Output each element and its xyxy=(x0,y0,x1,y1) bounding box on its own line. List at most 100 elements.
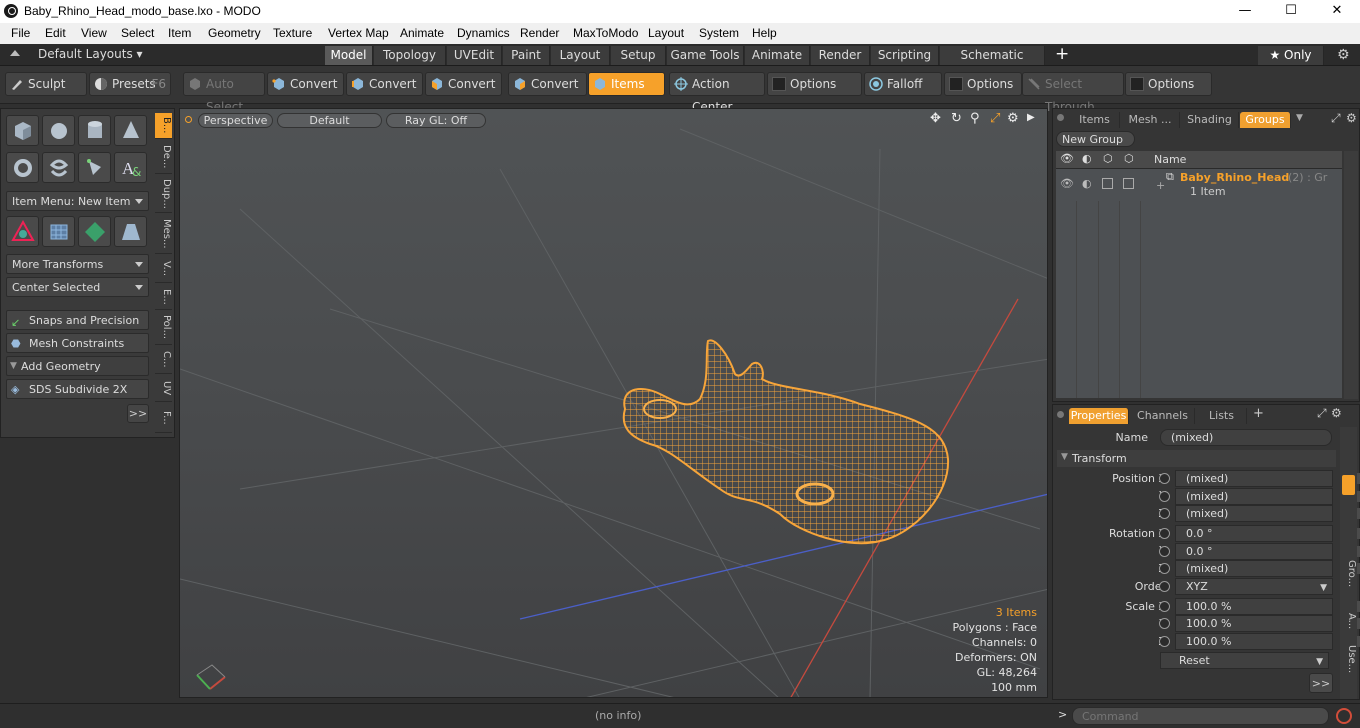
menu-view[interactable]: View xyxy=(81,26,107,40)
sphere-primitive-button[interactable] xyxy=(42,115,75,146)
menu-geometry[interactable]: Geometry xyxy=(208,26,261,40)
keyframe-icon[interactable] xyxy=(1159,581,1170,592)
sculpt-button[interactable]: Sculpt xyxy=(5,72,87,96)
transform-section[interactable]: ▼ Transform xyxy=(1057,450,1336,467)
side-tab-groups[interactable]: Gro... xyxy=(1340,549,1357,599)
layout-up-icon[interactable] xyxy=(10,50,20,56)
keyframe-icon[interactable] xyxy=(1159,528,1170,539)
scale-y-field[interactable]: 100.0 % xyxy=(1159,615,1360,632)
pen-primitive-button[interactable] xyxy=(78,152,111,183)
falloff-button[interactable]: Falloff xyxy=(864,72,942,96)
grid-tool-button[interactable] xyxy=(42,216,75,247)
3d-viewport[interactable]: Perspective Default Ray GL: Off ✥ ↻ ⚲ ⤢ … xyxy=(179,108,1048,698)
cube-primitive-button[interactable] xyxy=(6,115,39,146)
tab-scripting[interactable]: Scripting xyxy=(871,46,939,65)
groups-list-body[interactable] xyxy=(1056,201,1342,398)
maximize-button[interactable]: ☐ xyxy=(1268,0,1314,23)
vtab-edge[interactable]: E... xyxy=(155,284,172,310)
add-layout-button[interactable]: + xyxy=(1055,44,1069,64)
keyframe-icon[interactable] xyxy=(1159,601,1170,612)
groups-scrollbar[interactable] xyxy=(1344,151,1358,399)
reset-dropdown[interactable]: Reset ▼ xyxy=(1160,652,1329,669)
menu-edit[interactable]: Edit xyxy=(45,26,66,40)
keyframe-icon[interactable] xyxy=(1159,546,1170,557)
vtab-curve[interactable]: C... xyxy=(155,346,172,374)
default-layouts-dropdown[interactable]: Default Layouts ▾ xyxy=(38,47,143,61)
vtab-polygon[interactable]: Pol... xyxy=(155,311,172,345)
presets-button[interactable]: Presets F6 xyxy=(89,72,171,96)
keyframe-icon[interactable] xyxy=(1159,508,1170,519)
uv-tool-button[interactable] xyxy=(78,216,111,247)
sds-subdivide-button[interactable]: ◈ SDS Subdivide 2X xyxy=(6,379,149,399)
menu-maxtomodo[interactable]: MaxToModo xyxy=(573,26,638,40)
tab-groups[interactable]: Groups xyxy=(1240,112,1291,128)
convert-vertices-button[interactable]: Convert xyxy=(267,72,344,96)
action-center-options-button[interactable]: Options xyxy=(767,72,862,96)
menu-dynamics[interactable]: Dynamics xyxy=(457,26,510,40)
expand-properties-button[interactable]: >> xyxy=(1309,673,1333,693)
panel-settings-icon[interactable]: ⚙ xyxy=(1331,406,1342,420)
maximize-panel-icon[interactable]: ⤢ xyxy=(1317,406,1327,421)
render-column-icon[interactable]: ◐ xyxy=(1082,152,1092,165)
tab-render[interactable]: Render xyxy=(811,46,870,65)
cone-primitive-button[interactable] xyxy=(114,115,147,146)
tab-game-tools[interactable]: Game Tools xyxy=(667,46,744,65)
panel-settings-icon[interactable]: ⚙ xyxy=(1346,111,1357,125)
rotation-y-field[interactable]: 0.0 ° xyxy=(1159,543,1360,560)
panel-menu-icon[interactable] xyxy=(1057,114,1064,121)
text-primitive-button[interactable]: A & xyxy=(114,152,147,183)
mesh-constraints-button[interactable]: ⬣ Mesh Constraints xyxy=(6,333,149,353)
vtab-basic[interactable]: B... xyxy=(155,113,172,139)
tab-model[interactable]: Model xyxy=(325,46,373,65)
side-tab-active[interactable] xyxy=(1342,475,1355,495)
items-mode-button[interactable]: Items xyxy=(588,72,665,96)
capsule-primitive-button[interactable] xyxy=(42,152,75,183)
scale-x-field[interactable]: 100.0 % xyxy=(1159,598,1360,615)
tab-uvedit[interactable]: UVEdit xyxy=(447,46,502,65)
keyframe-icon[interactable] xyxy=(1159,491,1170,502)
vtab-mesh-edit[interactable]: Mes... xyxy=(155,214,172,254)
snaps-precision-button[interactable]: ↙ Snaps and Precision xyxy=(6,310,149,330)
expand-group-icon[interactable]: + xyxy=(1156,179,1165,192)
new-group-button[interactable]: New Group xyxy=(1056,131,1135,147)
select-through-button[interactable]: Select Through xyxy=(1022,72,1124,114)
vtab-deform[interactable]: De... xyxy=(155,140,172,174)
item-menu-dropdown[interactable]: Item Menu: New Item xyxy=(6,191,149,211)
visibility-column-icon[interactable]: 👁 xyxy=(1060,152,1074,165)
panel-menu-icon[interactable] xyxy=(1057,411,1064,418)
menu-texture[interactable]: Texture xyxy=(273,26,312,40)
lock-checkbox[interactable] xyxy=(1102,178,1113,189)
keyframe-icon[interactable] xyxy=(1159,473,1170,484)
tab-channels[interactable]: Channels xyxy=(1131,408,1195,424)
rotation-z-field[interactable]: (mixed) xyxy=(1159,560,1360,577)
tab-schematic-fusion[interactable]: Schematic Fusion xyxy=(940,46,1045,80)
menu-vertex-map[interactable]: Vertex Map xyxy=(328,26,389,40)
tab-shading[interactable]: Shading xyxy=(1181,112,1239,128)
select-column-icon[interactable]: ⬡ xyxy=(1124,152,1134,165)
vtab-uv[interactable]: UV xyxy=(155,375,172,402)
close-button[interactable]: ✕ xyxy=(1314,0,1360,23)
select-options-button[interactable]: Options xyxy=(1125,72,1212,96)
tab-paint[interactable]: Paint xyxy=(503,46,550,65)
tab-items[interactable]: Items xyxy=(1070,112,1120,128)
tab-animate[interactable]: Animate xyxy=(745,46,810,65)
add-tab-button[interactable]: + xyxy=(1253,406,1264,421)
render-icon[interactable]: ◐ xyxy=(1082,177,1092,190)
convert-polygons-button[interactable]: Convert xyxy=(425,72,502,96)
auto-select-button[interactable]: Auto Select xyxy=(183,72,265,114)
vtab-duplicate[interactable]: Dup... xyxy=(155,175,172,213)
group-row[interactable]: 👁 ◐ + ⧉ Baby_Rhino_Head (2) : Gr 1 Item xyxy=(1056,169,1342,201)
menu-file[interactable]: File xyxy=(11,26,30,40)
menu-select[interactable]: Select xyxy=(121,26,154,40)
convert-edges-button[interactable]: Convert xyxy=(346,72,423,96)
position-y-field[interactable]: (mixed) xyxy=(1159,488,1360,505)
tab-layout[interactable]: Layout xyxy=(551,46,610,65)
vtab-vertex[interactable]: V... xyxy=(155,255,172,283)
eye-icon[interactable]: 👁 xyxy=(1060,177,1074,190)
record-icon[interactable] xyxy=(1336,708,1352,724)
vtab-fusion[interactable]: F... xyxy=(155,403,172,433)
position-z-field[interactable]: (mixed) xyxy=(1159,505,1360,522)
tab-lists[interactable]: Lists xyxy=(1197,408,1247,424)
plane-tool-button[interactable] xyxy=(114,216,147,247)
menu-system[interactable]: System xyxy=(699,26,739,40)
